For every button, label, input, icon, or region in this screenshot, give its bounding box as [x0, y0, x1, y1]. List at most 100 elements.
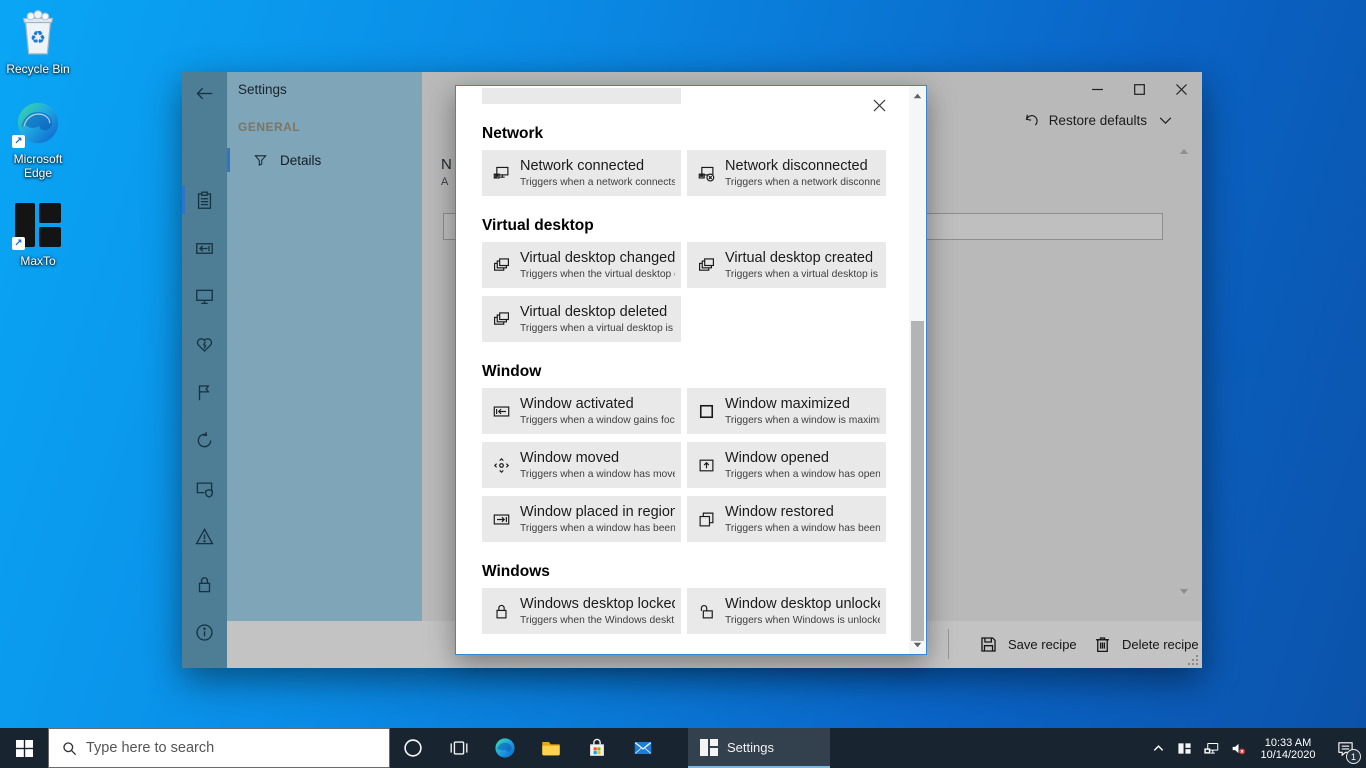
close-button[interactable] [1160, 76, 1202, 102]
restore-defaults-button[interactable]: Restore defaults [1023, 112, 1174, 129]
notification-badge: 1 [1346, 749, 1361, 764]
heart-icon [195, 335, 214, 354]
trigger-tile[interactable]: Window maximizedTriggers when a window i… [687, 388, 886, 434]
nav-rail-item[interactable] [182, 320, 227, 368]
desktop-icon-maxto[interactable]: ↗ MaxTo [2, 200, 74, 268]
trigger-tile-text: Window restoredTriggers when a window ha… [725, 503, 880, 535]
action-center-button[interactable]: 1 [1324, 728, 1366, 768]
trigger-tile[interactable]: Window openedTriggers when a window has … [687, 442, 886, 488]
trigger-tile-title: Virtual desktop changed [520, 249, 675, 267]
trigger-tile-title: Window opened [725, 449, 880, 467]
desktop-icon-microsoft-edge[interactable]: ↗ Microsoft Edge [2, 98, 74, 180]
microsoft-store-button[interactable] [574, 728, 620, 768]
nav-rail-item[interactable] [182, 176, 227, 224]
trigger-tile[interactable]: Virtual desktop deletedTriggers when a v… [482, 296, 681, 342]
scroll-down-arrow[interactable] [1176, 584, 1192, 598]
trigger-tile-text: Network disconnectedTriggers when a netw… [725, 157, 880, 189]
form-label-sub: A [441, 176, 452, 188]
lock-icon [195, 575, 214, 594]
form-label-name: N [441, 156, 454, 173]
search-input[interactable] [86, 740, 389, 756]
info-icon [195, 623, 214, 642]
trigger-tile[interactable]: Virtual desktop changedTriggers when the… [482, 242, 681, 288]
nav-rail [182, 72, 227, 668]
trigger-list: Triggers when a monitor is disconn Netwo… [456, 86, 911, 634]
trigger-tile[interactable]: Network disconnectedTriggers when a netw… [687, 150, 886, 196]
nav-rail-item[interactable] [182, 560, 227, 608]
trigger-grid: Windows desktop lockedTriggers when the … [482, 588, 911, 634]
scrollbar-thumb[interactable] [911, 321, 924, 641]
partial-trigger-tile[interactable]: Triggers when a monitor is disconn [482, 88, 681, 104]
network-tray-icon[interactable] [1198, 728, 1225, 768]
trigger-tile-title: Windows desktop locked [520, 595, 675, 613]
trigger-tile[interactable]: Window desktop unlockedTriggers when Win… [687, 588, 886, 634]
save-recipe-button[interactable]: Save recipe [979, 621, 1077, 668]
input-monitor-icon [195, 239, 214, 258]
nav-rail-item[interactable] [182, 272, 227, 320]
nav-rail-item[interactable] [182, 416, 227, 464]
trigger-tile-title: Network disconnected [725, 157, 880, 175]
start-button[interactable] [0, 728, 48, 768]
trigger-tile-text: Virtual desktop changedTriggers when the… [520, 249, 675, 281]
volume-muted-icon[interactable] [1225, 728, 1252, 768]
window-placed-icon [482, 511, 520, 528]
trigger-section: Virtual desktopVirtual desktop changedTr… [482, 216, 911, 342]
filter-icon [253, 153, 268, 168]
desktop-icon-label: Recycle Bin [2, 62, 74, 76]
undo-icon [1023, 112, 1040, 129]
scroll-up-arrow[interactable] [1176, 144, 1192, 158]
trigger-tile-title: Window maximized [725, 395, 880, 413]
trigger-tile[interactable]: Window placed in regionTriggers when a w… [482, 496, 681, 542]
taskbar-active-app[interactable]: Settings [688, 728, 830, 768]
trigger-tile[interactable]: Window activatedTriggers when a window g… [482, 388, 681, 434]
trigger-tile[interactable]: Window movedTriggers when a window has m… [482, 442, 681, 488]
nav-rail-item[interactable] [182, 368, 227, 416]
trigger-tile-text: Windows desktop lockedTriggers when the … [520, 595, 675, 627]
minimize-button[interactable] [1076, 76, 1118, 102]
trigger-tile-text: Virtual desktop createdTriggers when a v… [725, 249, 880, 281]
close-icon[interactable] [866, 94, 892, 116]
desktop: { "desktop": { "icons": [ { "name": "rec… [0, 0, 1366, 768]
trigger-grid: Network connectedTriggers when a network… [482, 150, 911, 196]
resize-grip[interactable] [1187, 654, 1199, 666]
restore-defaults-label: Restore defaults [1049, 113, 1147, 128]
file-explorer-button[interactable] [528, 728, 574, 768]
nav-rail-item[interactable] [182, 224, 227, 272]
trigger-tile[interactable]: Window restoredTriggers when a window ha… [687, 496, 886, 542]
nav-rail-item[interactable] [182, 608, 227, 656]
sidebar-item-details[interactable]: Details [227, 146, 422, 174]
trigger-tile-title: Window moved [520, 449, 675, 467]
modal-sections: NetworkNetwork connectedTriggers when a … [482, 124, 911, 634]
nav-rail-item[interactable] [182, 512, 227, 560]
recycle-bin-icon: ♻ [11, 8, 65, 58]
window-activated-icon [482, 403, 520, 420]
edge-taskbar-button[interactable] [482, 728, 528, 768]
shortcut-arrow: ↗ [12, 135, 25, 148]
nav-rail-item[interactable] [182, 464, 227, 512]
maxto-tray-icon[interactable] [1171, 728, 1198, 768]
taskbar-search[interactable] [48, 728, 390, 768]
modal-scrollbar[interactable] [909, 86, 926, 654]
delete-recipe-button[interactable]: Delete recipe [1093, 621, 1199, 668]
active-app-label: Settings [727, 740, 774, 755]
maximize-button[interactable] [1118, 76, 1160, 102]
mail-button[interactable] [620, 728, 666, 768]
scroll-up-arrow[interactable] [909, 88, 926, 103]
back-button[interactable] [182, 78, 227, 108]
taskbar-clock[interactable]: 10:33 AM 10/14/2020 [1252, 736, 1324, 761]
task-view-button[interactable] [436, 728, 482, 768]
trigger-tile[interactable]: Virtual desktop createdTriggers when a v… [687, 242, 886, 288]
save-icon [979, 635, 1008, 654]
trigger-tile[interactable]: Windows desktop lockedTriggers when the … [482, 588, 681, 634]
cortana-button[interactable] [390, 728, 436, 768]
delete-recipe-label: Delete recipe [1122, 637, 1199, 652]
desktop-icon-recycle-bin[interactable]: ♻ Recycle Bin [2, 8, 74, 76]
scroll-down-arrow[interactable] [909, 637, 926, 652]
trigger-tile-desc: Triggers when the Windows deskt [520, 614, 675, 627]
trigger-section-title: Windows [482, 562, 911, 582]
shortcut-arrow: ↗ [12, 237, 25, 250]
tray-chevron-up[interactable] [1145, 728, 1171, 768]
trigger-tile[interactable]: Network connectedTriggers when a network… [482, 150, 681, 196]
settings-sidebar: Settings GENERAL Details [227, 72, 422, 621]
network-connected-icon [482, 165, 520, 182]
